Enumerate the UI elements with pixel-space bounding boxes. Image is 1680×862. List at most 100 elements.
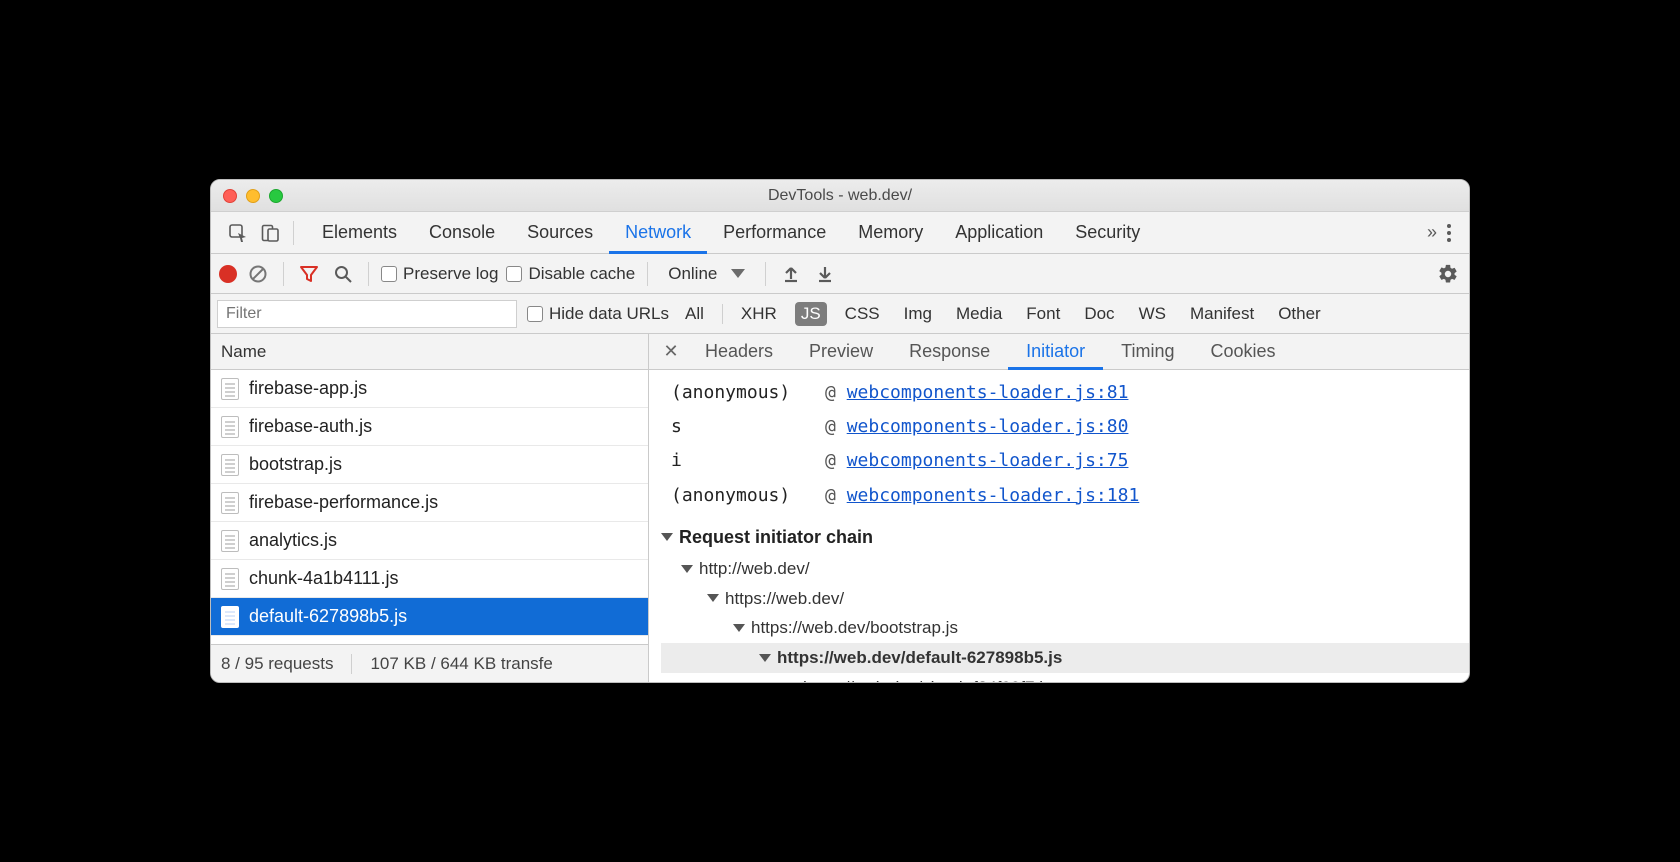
detail-tab-response[interactable]: Response	[891, 335, 1008, 370]
filter-toggle-icon[interactable]	[296, 261, 322, 287]
initiator-chain-url: https://web.dev/chunk-f34f99f7.js	[803, 673, 1052, 682]
filter-type-font[interactable]: Font	[1020, 302, 1066, 326]
initiator-chain-url: https://web.dev/bootstrap.js	[751, 613, 958, 643]
stack-source-link[interactable]: webcomponents-loader.js:81	[847, 382, 1129, 403]
panel-tabs: ElementsConsoleSourcesNetworkPerformance…	[211, 212, 1469, 254]
filter-bar: Hide data URLs All XHR JS CSS Img Media Font Do…	[211, 294, 1469, 334]
initiator-chain-url: http://web.dev/	[699, 554, 810, 584]
request-row[interactable]: firebase-performance.js	[211, 484, 648, 522]
column-header-name[interactable]: Name	[211, 334, 648, 370]
status-bar: 8 / 95 requests 107 KB / 644 KB transfe	[211, 644, 648, 682]
detail-tab-preview[interactable]: Preview	[791, 335, 891, 370]
disclosure-triangle-icon	[661, 533, 673, 541]
script-file-icon	[221, 378, 239, 400]
request-row[interactable]: bootstrap.js	[211, 446, 648, 484]
stack-source-link[interactable]: webcomponents-loader.js:181	[847, 485, 1140, 506]
initiator-chain-node[interactable]: https://web.dev/default-627898b5.js	[661, 643, 1469, 673]
initiator-chain-title: Request initiator chain	[679, 527, 873, 548]
stack-source-link[interactable]: webcomponents-loader.js:75	[847, 450, 1129, 471]
stack-source-link[interactable]: webcomponents-loader.js:80	[847, 416, 1129, 437]
stack-function: (anonymous)	[671, 479, 811, 513]
filter-input[interactable]	[217, 300, 517, 328]
status-transfer: 107 KB / 644 KB transfe	[370, 654, 552, 674]
detail-tab-timing[interactable]: Timing	[1103, 335, 1192, 370]
titlebar: DevTools - web.dev/	[211, 180, 1469, 212]
preserve-log-checkbox[interactable]: Preserve log	[381, 264, 498, 284]
filter-type-ws[interactable]: WS	[1133, 302, 1172, 326]
network-toolbar: Preserve log Disable cache Online	[211, 254, 1469, 294]
request-list-panel: Name firebase-app.js firebase-auth.js boot…	[211, 334, 649, 682]
download-har-icon[interactable]	[812, 261, 838, 287]
request-name: firebase-app.js	[249, 378, 367, 399]
window-title: DevTools - web.dev/	[211, 187, 1469, 205]
detail-tab-cookies[interactable]: Cookies	[1193, 335, 1294, 370]
disclosure-triangle-icon	[759, 654, 771, 662]
request-name: firebase-auth.js	[249, 416, 372, 437]
filter-type-css[interactable]: CSS	[839, 302, 886, 326]
preserve-log-label: Preserve log	[403, 264, 498, 284]
filter-type-img[interactable]: Img	[898, 302, 938, 326]
request-name: firebase-performance.js	[249, 492, 438, 513]
disable-cache-label: Disable cache	[528, 264, 635, 284]
initiator-chain-node[interactable]: https://web.dev/bootstrap.js	[661, 613, 1469, 643]
throttling-select[interactable]: Online	[660, 264, 753, 284]
filter-type-js[interactable]: JS	[795, 302, 827, 326]
detail-tab-headers[interactable]: Headers	[687, 335, 791, 370]
inspect-element-icon[interactable]	[225, 220, 251, 246]
clear-icon[interactable]	[245, 261, 271, 287]
stack-function: s	[671, 410, 811, 444]
script-file-icon	[221, 492, 239, 514]
panel-tab-network[interactable]: Network	[609, 213, 707, 254]
device-toolbar-icon[interactable]	[257, 220, 283, 246]
request-row[interactable]: firebase-app.js	[211, 370, 648, 408]
panel-tab-performance[interactable]: Performance	[707, 213, 842, 254]
status-requests: 8 / 95 requests	[221, 654, 333, 674]
disclosure-triangle-icon	[707, 594, 719, 602]
request-name: chunk-4a1b4111.js	[249, 568, 398, 589]
stack-frame: (anonymous)@ webcomponents-loader.js:81	[671, 376, 1469, 410]
stack-frame: (anonymous)@ webcomponents-loader.js:181	[671, 479, 1469, 513]
filter-type-manifest[interactable]: Manifest	[1184, 302, 1260, 326]
upload-har-icon[interactable]	[778, 261, 804, 287]
detail-tab-initiator[interactable]: Initiator	[1008, 335, 1103, 370]
panel-tab-memory[interactable]: Memory	[842, 213, 939, 254]
hide-data-urls-checkbox[interactable]: Hide data URLs	[527, 304, 669, 324]
request-row[interactable]: firebase-auth.js	[211, 408, 648, 446]
filter-type-all[interactable]: All	[679, 302, 710, 326]
panel-tab-security[interactable]: Security	[1059, 213, 1156, 254]
initiator-chain-node[interactable]: https://web.dev/chunk-f34f99f7.js	[661, 673, 1469, 682]
stack-function: (anonymous)	[671, 376, 811, 410]
filter-type-other[interactable]: Other	[1272, 302, 1327, 326]
initiator-chain-header[interactable]: Request initiator chain	[649, 523, 1469, 554]
more-tabs-icon[interactable]: »	[1427, 222, 1431, 243]
script-file-icon	[221, 454, 239, 476]
initiator-chain-node[interactable]: https://web.dev/	[661, 584, 1469, 614]
panel-tab-sources[interactable]: Sources	[511, 213, 609, 254]
customize-menu-icon[interactable]	[1441, 224, 1457, 242]
filter-type-xhr[interactable]: XHR	[735, 302, 783, 326]
initiator-chain-url: https://web.dev/	[725, 584, 844, 614]
request-detail-panel: ✕ HeadersPreviewResponseInitiatorTimingC…	[649, 334, 1469, 682]
request-row[interactable]: default-627898b5.js	[211, 598, 648, 636]
record-button[interactable]	[219, 265, 237, 283]
filter-type-media[interactable]: Media	[950, 302, 1008, 326]
close-detail-icon[interactable]: ✕	[655, 334, 687, 369]
panel-tab-application[interactable]: Application	[939, 213, 1059, 254]
request-row[interactable]: analytics.js	[211, 522, 648, 560]
panel-tab-console[interactable]: Console	[413, 213, 511, 254]
initiator-chain-node[interactable]: http://web.dev/	[661, 554, 1469, 584]
disable-cache-checkbox[interactable]: Disable cache	[506, 264, 635, 284]
request-row[interactable]: chunk-4a1b4111.js	[211, 560, 648, 598]
request-row[interactable]: chunk-f34f99f7.js	[211, 636, 648, 644]
request-name: bootstrap.js	[249, 454, 342, 475]
disclosure-triangle-icon	[733, 624, 745, 632]
throttling-label: Online	[668, 264, 717, 284]
network-settings-icon[interactable]	[1435, 261, 1461, 287]
request-name: default-627898b5.js	[249, 606, 407, 627]
filter-type-doc[interactable]: Doc	[1078, 302, 1120, 326]
hide-data-urls-label: Hide data URLs	[549, 304, 669, 324]
panel-tab-elements[interactable]: Elements	[306, 213, 413, 254]
devtools-window: DevTools - web.dev/ ElementsConsoleSourc…	[210, 179, 1470, 683]
disclosure-triangle-icon	[681, 565, 693, 573]
search-icon[interactable]	[330, 261, 356, 287]
